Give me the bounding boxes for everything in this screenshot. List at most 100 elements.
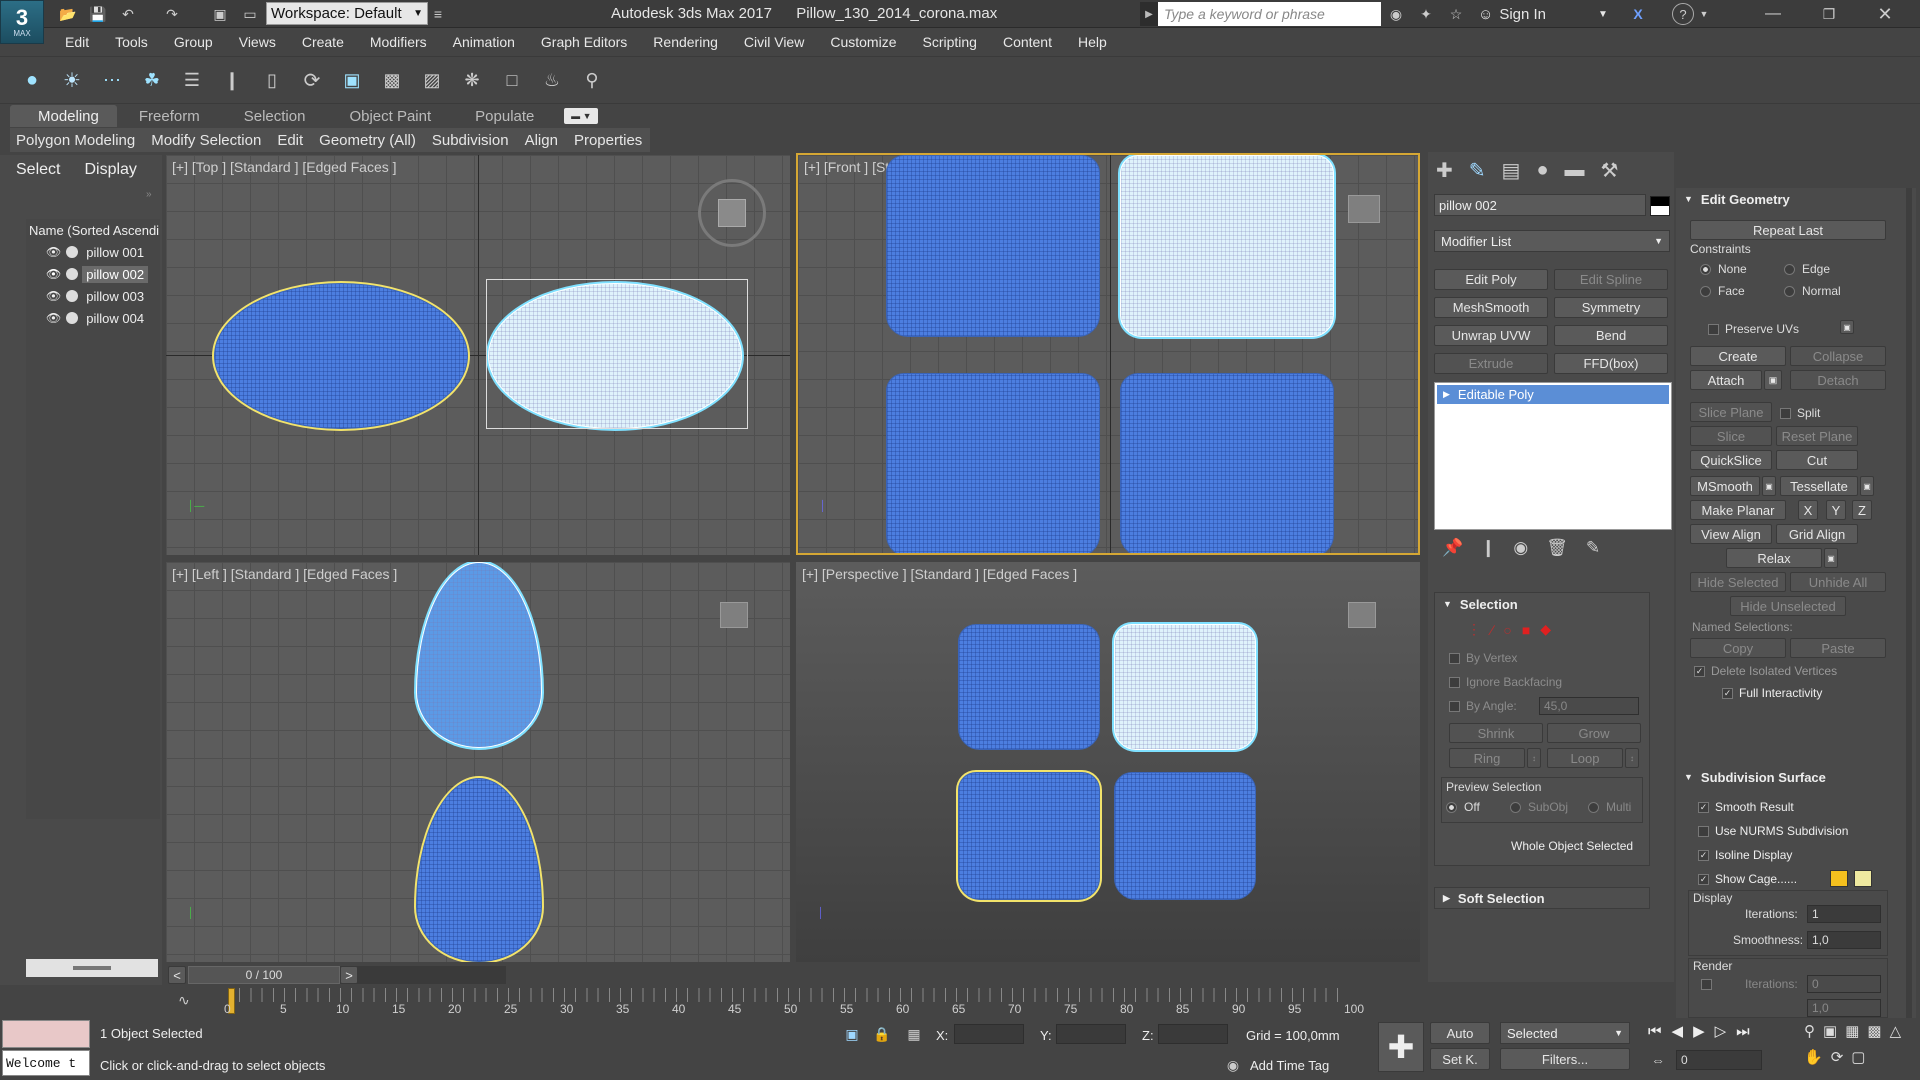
pillow-front-3[interactable] (886, 373, 1100, 553)
pillow-front-4[interactable] (1120, 373, 1334, 553)
menu-rendering[interactable]: Rendering (640, 29, 731, 55)
cut-button[interactable]: Cut (1776, 450, 1858, 470)
angle-spinner[interactable]: 45,0 (1539, 697, 1639, 715)
radio[interactable] (1784, 263, 1795, 275)
pan-icon[interactable]: ✋ (1804, 1048, 1823, 1066)
track-ruler[interactable] (228, 988, 1348, 1002)
object-color-swatch[interactable] (1650, 196, 1670, 216)
subtab-geometry[interactable]: Geometry (All) (311, 132, 424, 149)
edit-geometry-rollout-header[interactable]: ▼ Edit Geometry (1676, 188, 1916, 210)
msmooth-button[interactable]: MSmooth (1690, 476, 1760, 496)
z-coordinate-field[interactable] (1158, 1024, 1228, 1044)
cage-color-swatch-2[interactable] (1854, 870, 1872, 887)
help-icon[interactable]: ? (1672, 3, 1694, 25)
checkbox[interactable]: ✓ (1698, 849, 1709, 861)
display-tab-icon[interactable]: ▬ (1565, 159, 1585, 182)
loop-button[interactable]: Loop (1547, 748, 1623, 768)
pillow-persp-2-selected[interactable] (1114, 624, 1256, 750)
viewport-top[interactable]: [+] [Top ] [Standard ] [Edged Faces ] │— (166, 155, 790, 555)
save-icon[interactable]: 💾 (88, 4, 108, 24)
key-filter-dropdown[interactable]: Selected ▼ (1500, 1022, 1630, 1044)
list-item[interactable]: 👁 pillow 004 (26, 307, 160, 329)
extrude-button[interactable]: Extrude (1434, 353, 1548, 374)
light-bulb-icon[interactable] (66, 312, 79, 324)
grid-align-button[interactable]: Grid Align (1776, 524, 1858, 544)
render-smoothness-spinner[interactable]: 1,0 (1807, 999, 1881, 1017)
app-menu-button[interactable]: 3 MAX (0, 0, 44, 44)
current-frame-spinner[interactable]: 0 (1676, 1050, 1762, 1070)
meshsmooth-button[interactable]: MeshSmooth (1434, 297, 1548, 318)
prev-frame-button[interactable]: < (168, 966, 186, 984)
radio[interactable] (1784, 285, 1795, 297)
ribbon-options-icon[interactable]: ▬ ▼ (564, 108, 599, 124)
motion-tab-icon[interactable]: ● (1536, 159, 1548, 182)
tab-select[interactable]: Select (16, 161, 60, 179)
quickslice-button[interactable]: QuickSlice (1690, 450, 1772, 470)
maxscript-output[interactable]: Welcome t (2, 1050, 90, 1076)
collapse-button[interactable]: Collapse (1790, 346, 1886, 366)
light-icon[interactable]: ● (18, 66, 46, 94)
eye-icon[interactable]: 👁 (46, 289, 61, 303)
orbit-icon[interactable]: ⟳ (1831, 1048, 1844, 1066)
view-align-button[interactable]: View Align (1690, 524, 1772, 544)
zoom-icon[interactable]: ⚲ (1804, 1022, 1815, 1040)
tab-modeling[interactable]: Modeling (10, 105, 117, 127)
unwrap-uvw-button[interactable]: Unwrap UVW (1434, 325, 1548, 346)
tab-populate[interactable]: Populate (453, 108, 556, 125)
menu-content[interactable]: Content (990, 29, 1065, 55)
preview-off-radio[interactable]: Off (1446, 800, 1480, 814)
checkbox[interactable] (1449, 652, 1460, 664)
scrollbar-thumb[interactable] (73, 966, 111, 970)
pillow-front-1[interactable] (886, 155, 1100, 337)
radio[interactable] (1510, 801, 1521, 813)
hierarchy-tab-icon[interactable]: ▤ (1502, 158, 1521, 183)
tree-icon[interactable]: ☘ (138, 66, 166, 94)
render-iterations-checkbox[interactable] (1701, 979, 1712, 990)
ffd-box-button[interactable]: FFD(box) (1554, 353, 1668, 374)
menu-group[interactable]: Group (161, 29, 226, 55)
tessellate-button[interactable]: Tessellate (1780, 476, 1858, 496)
menu-edit[interactable]: Edit (52, 29, 102, 55)
render-iterations-spinner[interactable]: 0 (1807, 975, 1881, 993)
viewcube-icon[interactable] (718, 199, 746, 227)
isoline-display-checkbox[interactable]: ✓ Isoline Display (1698, 848, 1792, 862)
viewport-front[interactable]: [+] [Front ] [Standard ] [Edged Faces ] … (796, 153, 1420, 555)
radio[interactable] (1588, 801, 1599, 813)
radio[interactable] (1700, 285, 1711, 297)
list-header[interactable]: Name (Sorted Ascendi (26, 219, 160, 241)
paste-button[interactable]: Paste (1790, 638, 1886, 658)
list-item-selected[interactable]: 👁 pillow 002 (26, 263, 160, 285)
light-bulb-icon[interactable] (66, 246, 79, 258)
reset-plane-button[interactable]: Reset Plane (1776, 426, 1858, 446)
cage-color-swatch-1[interactable] (1830, 870, 1848, 887)
go-to-start-icon[interactable]: ⏮ (1648, 1023, 1662, 1040)
checkbox[interactable] (1708, 323, 1719, 335)
minimize-icon[interactable]: — (1750, 0, 1796, 28)
viewport-label[interactable]: [+] [Left ] [Standard ] [Edged Faces ] (172, 566, 397, 582)
menu-graph-editors[interactable]: Graph Editors (528, 29, 640, 55)
set-key-button[interactable]: Set K. (1430, 1048, 1490, 1070)
previous-frame-icon[interactable]: ◀ (1672, 1022, 1684, 1040)
repeat-last-button[interactable]: Repeat Last (1690, 220, 1886, 240)
menu-civil-view[interactable]: Civil View (731, 29, 817, 55)
workspace-menu-icon[interactable]: ≡ (430, 4, 446, 24)
modify-tab-icon[interactable]: ✎ (1469, 158, 1486, 183)
unhide-all-button[interactable]: Unhide All (1790, 572, 1886, 592)
play-icon[interactable]: ▶ (1693, 1022, 1705, 1040)
make-planar-button[interactable]: Make Planar (1690, 500, 1786, 520)
vertex-icon[interactable]: ⋮ (1467, 621, 1481, 638)
ring-spinner[interactable]: ↕ (1527, 748, 1541, 768)
add-time-tag[interactable]: Add Time Tag (1250, 1058, 1329, 1073)
go-to-end-icon[interactable]: ⏭ (1736, 1023, 1750, 1040)
constraint-face-radio[interactable]: Face (1700, 284, 1745, 298)
pillow-front-2-selected[interactable] (1120, 155, 1334, 337)
subtab-modify-selection[interactable]: Modify Selection (143, 132, 269, 149)
edit-poly-button[interactable]: Edit Poly (1434, 269, 1548, 290)
collapse-arrow-icon[interactable]: » (146, 189, 152, 200)
render-icon[interactable]: ❋ (458, 66, 486, 94)
checkbox[interactable]: ✓ (1694, 665, 1705, 677)
planar-x-button[interactable]: X (1798, 500, 1818, 520)
menu-modifiers[interactable]: Modifiers (357, 29, 440, 55)
checkbox[interactable]: ✓ (1698, 801, 1709, 813)
pillow-left-2[interactable] (416, 778, 542, 962)
